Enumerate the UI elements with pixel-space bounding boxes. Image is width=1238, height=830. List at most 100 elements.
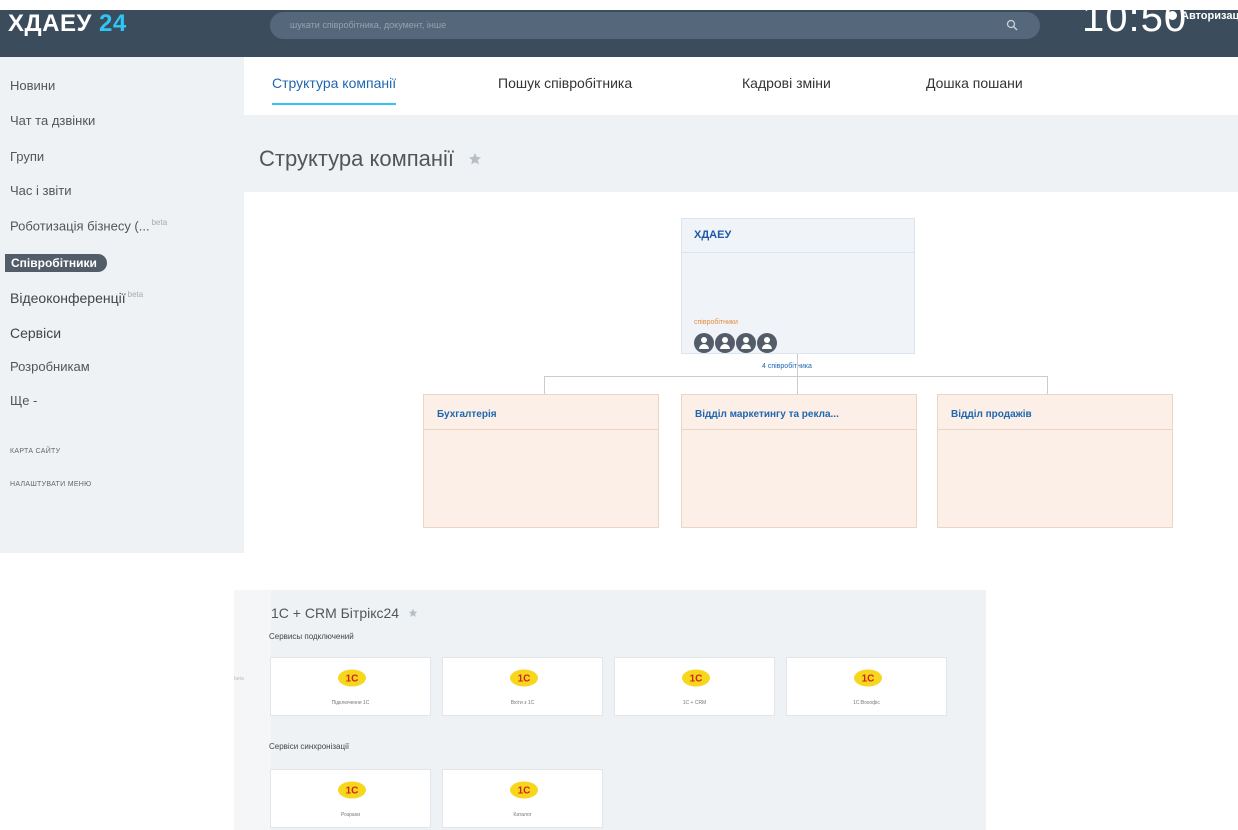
search-input[interactable]: шукати співробітника, документ, інше [270, 12, 1040, 39]
employee-avatars [694, 333, 778, 353]
avatar[interactable] [736, 333, 756, 353]
logo-text: 1С [346, 786, 359, 797]
beta-badge: beta [234, 676, 244, 682]
divider [424, 429, 658, 430]
tab-hr-changes[interactable]: Кадрові зміни [742, 75, 831, 103]
section-title-sync: Сервіси синхронізації [269, 742, 350, 751]
card-label: Розрахи [341, 812, 360, 818]
sidebar-item-label: Роботизація бізнесу (... [10, 218, 150, 234]
integration-title: 1С + CRM Бітрікс24 [271, 605, 418, 621]
1c-logo-icon: 1С [854, 669, 882, 687]
sidebar-item-time-reports[interactable]: Час і звіти [10, 183, 71, 198]
search-icon[interactable] [1006, 19, 1018, 31]
logo[interactable]: ХДАЕУ 24 [8, 10, 127, 38]
org-root-title[interactable]: ХДАЕУ [694, 229, 731, 241]
logo-text: ХДАЕУ [8, 10, 92, 37]
sidebar-item-groups[interactable]: Групи [10, 149, 44, 164]
title-bar: Структура компанії [244, 115, 1238, 192]
dept-card-sales[interactable]: Відділ продажів [937, 394, 1173, 528]
card-label: Каталог [513, 812, 532, 818]
service-card[interactable]: 1С 1С:Вохофіс [786, 657, 947, 716]
org-root-role: співробітники [694, 319, 738, 326]
logo-text: 1С [518, 674, 531, 685]
card-label: 1С:Вохофіс [853, 700, 880, 706]
service-card[interactable]: 1С Вхіти з 1С [442, 657, 603, 716]
avatar[interactable] [757, 333, 777, 353]
tab-honor-board[interactable]: Дошка пошани [926, 75, 1023, 103]
dept-card-marketing[interactable]: Відділ маркетингу та рекла... [681, 394, 917, 528]
sidebar-item-label: Новини [10, 78, 56, 93]
connector-line [797, 354, 798, 376]
integration-title-text: 1С + CRM Бітрікс24 [271, 605, 400, 621]
org-chart: ХДАЕУ співробітники 4 співробітника Бухг… [244, 192, 1238, 553]
sidebar-item-videoconference[interactable]: Відеоконференції beta [10, 290, 143, 306]
dept-title[interactable]: Відділ продажів [951, 409, 1163, 420]
1c-logo-icon: 1С [510, 669, 538, 687]
divider [938, 429, 1172, 430]
tabs-bar: Структура компанії Пошук співробітника К… [244, 57, 1238, 115]
logo-text: 1С [518, 786, 531, 797]
section-title-connections: Сервисы подключений [269, 632, 354, 641]
dept-title[interactable]: Бухгалтерія [437, 409, 649, 420]
1c-logo-icon: 1С [338, 669, 366, 687]
logo-text: 1С [346, 674, 359, 685]
service-card[interactable]: 1С 1С + CRM [614, 657, 775, 716]
sidebar-item-news[interactable]: Новини [10, 78, 55, 93]
tab-company-structure[interactable]: Структура компанії [272, 75, 397, 105]
connector-line [797, 376, 798, 394]
avatar[interactable] [694, 333, 714, 353]
service-card[interactable]: 1С Розрахи [270, 769, 431, 828]
card-label: Вхіти з 1С [510, 700, 535, 706]
1c-logo-icon: 1С [510, 781, 538, 799]
sidebar-item-label: Час і звіти [10, 183, 72, 198]
company-structure-screen: ХДАЕУ 24 шукати співробітника, документ,… [0, 0, 1238, 553]
service-card[interactable]: 1С Підключення 1С [270, 657, 431, 716]
tab-employee-search[interactable]: Пошук співробітника [498, 75, 632, 103]
org-root-card[interactable]: ХДАЕУ співробітники 4 співробітника [681, 218, 915, 370]
dept-card-accounting[interactable]: Бухгалтерія [423, 394, 659, 528]
sidebar-item-label: Сервіси [10, 325, 62, 341]
dept-title[interactable]: Відділ маркетингу та рекла... [695, 409, 907, 420]
page-title: Структура компанії [259, 146, 482, 172]
logo-text: 1С [862, 674, 875, 685]
connector-line [544, 376, 545, 394]
logo-accent: 24 [99, 10, 127, 37]
page-title-text: Структура компанії [259, 146, 455, 171]
sidebar-item-developers[interactable]: Розробникам [10, 359, 90, 374]
1c-logo-icon: 1С [682, 669, 710, 687]
sidebar-item-chat[interactable]: Чат та дзвінки [10, 113, 95, 128]
star-icon[interactable] [408, 608, 418, 618]
login-link[interactable]: Авторизація [1168, 10, 1238, 22]
sidebar-fragment [234, 590, 271, 830]
sidebar-item-label: Чат та дзвінки [10, 113, 96, 128]
connector-line [544, 376, 1048, 377]
star-icon[interactable] [468, 152, 482, 166]
service-card[interactable]: 1С Каталог [442, 769, 603, 828]
configure-menu-link[interactable]: НАЛАШТУВАТИ МЕНЮ [10, 481, 92, 488]
beta-badge: beta [151, 218, 168, 227]
connector-line [1047, 376, 1048, 394]
divider [682, 429, 916, 430]
login-label: Авторизація [1181, 10, 1238, 22]
sidebar-item-label: Розробникам [10, 359, 90, 374]
integration-screen: beta 1С + CRM Бітрікс24 Сервисы подключе… [234, 590, 986, 830]
search-placeholder: шукати співробітника, документ, інше [290, 20, 447, 30]
sidebar-item-label: Співробітники [11, 256, 97, 270]
divider [682, 252, 914, 253]
logo-text: 1С [690, 674, 703, 685]
avatar[interactable] [715, 333, 735, 353]
sidebar-item-label: Ще - [10, 393, 38, 408]
user-icon [1168, 11, 1177, 20]
sitemap-link[interactable]: КАРТА САЙТУ [10, 448, 60, 455]
beta-badge: beta [127, 290, 144, 300]
employee-count-link[interactable]: 4 співробітника [762, 363, 812, 370]
sidebar-item-more[interactable]: Ще - [10, 393, 37, 408]
sidebar-item-label: Групи [10, 149, 45, 164]
sidebar-item-label: Відеоконференції [10, 290, 126, 306]
card-label: 1С + CRM [682, 700, 707, 706]
sidebar-item-services[interactable]: Сервіси [10, 325, 61, 341]
card-label: Підключення 1С [331, 700, 370, 706]
sidebar-item-employees[interactable]: Співробітники [5, 254, 107, 272]
sidebar-item-robotization[interactable]: Роботизація бізнесу (... beta [10, 218, 167, 233]
left-menu: Новини Чат та дзвінки Групи Час і звіти … [0, 57, 244, 553]
